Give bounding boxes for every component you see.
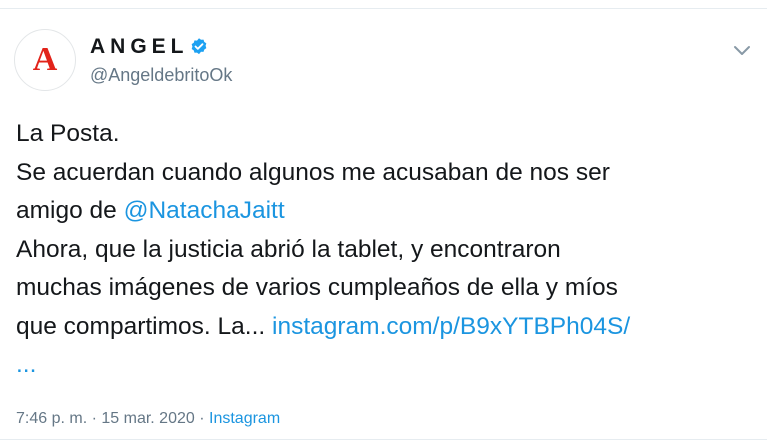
verified-badge-icon bbox=[191, 37, 206, 54]
tweet-source[interactable]: Instagram bbox=[209, 410, 280, 427]
tweet-line-text: que compartimos. La... bbox=[16, 312, 273, 340]
tweet-header: A ANGEL @AngeldebritoOk bbox=[14, 29, 232, 91]
tweet-line-text: amigo de bbox=[16, 197, 124, 224]
display-name[interactable]: ANGEL bbox=[90, 35, 189, 59]
tweet-line: que compartimos. La... instagram.com/p/B… bbox=[16, 308, 756, 347]
tweet-text: La Posta. Se acuerdan cuando algunos me … bbox=[16, 115, 756, 385]
author-handle[interactable]: @AngeldebritoOk bbox=[90, 65, 232, 86]
tweet-line: muchas imágenes de varios cumpleaños de … bbox=[16, 274, 618, 301]
tweet-line: La Posta. bbox=[16, 120, 120, 147]
tweet-time[interactable]: 7:46 p. m. bbox=[16, 410, 87, 427]
meta-separator: · bbox=[87, 410, 102, 427]
avatar-logo: A bbox=[32, 41, 58, 78]
avatar[interactable]: A bbox=[14, 29, 76, 91]
chevron-down-icon[interactable] bbox=[733, 45, 751, 57]
tweet-line: amigo de @NatachaJaitt bbox=[16, 192, 756, 231]
display-name-row: ANGEL bbox=[90, 35, 232, 59]
tweet-line: Se acuerdan cuando algunos me acusaban d… bbox=[16, 158, 610, 186]
instagram-link[interactable]: instagram.com/p/B9xYTBPh04S/ bbox=[272, 313, 630, 340]
tweet-meta: 7:46 p. m. · 15 mar. 2020 · Instagram bbox=[16, 410, 280, 428]
tweet-card: A ANGEL @AngeldebritoOk La Posta. Se acu… bbox=[0, 8, 767, 440]
meta-separator: · bbox=[194, 410, 209, 427]
mention-link[interactable]: @NatachaJaitt bbox=[124, 197, 285, 224]
link-continuation[interactable]: ... bbox=[16, 346, 756, 385]
tweet-line: Ahora, que la justicia abrió la tablet, … bbox=[16, 235, 561, 263]
tweet-date[interactable]: 15 mar. 2020 bbox=[101, 410, 194, 427]
author-names: ANGEL @AngeldebritoOk bbox=[90, 35, 232, 86]
